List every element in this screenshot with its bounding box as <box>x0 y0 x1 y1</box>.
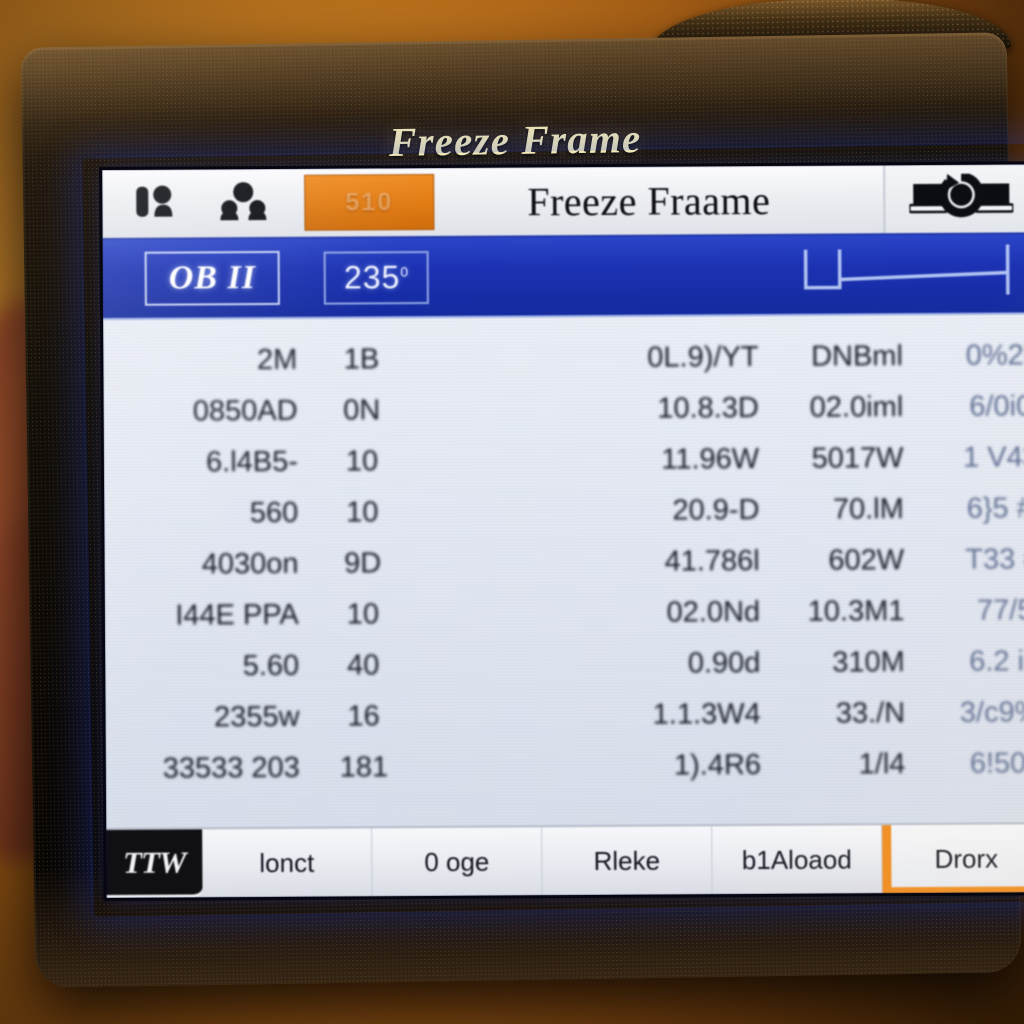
table-cell-c1: 560 <box>249 496 299 530</box>
table-cell-c2: 9D <box>344 547 382 580</box>
table-cell-c4: 602W <box>828 544 905 577</box>
table-cell-c4: DNBml <box>810 340 903 373</box>
bottom-button-0[interactable]: lonct <box>202 828 373 898</box>
table-cell-c3: 20.9-D <box>672 494 760 527</box>
table-cell-c1: I44E PPA <box>175 598 299 632</box>
table-cell-c3: 0L.9)/YT <box>647 341 759 374</box>
toolbar-right-slot[interactable] <box>883 164 1024 234</box>
table-cell-c2: 40 <box>347 649 380 682</box>
table-cell-spacer <box>417 562 607 563</box>
table-cell-spacer <box>416 358 606 359</box>
table-cell-c3: 11.96W <box>661 443 760 476</box>
table-row[interactable]: 5.60 40 0.90d 310M 6.2 in <box>105 636 1024 693</box>
table-row[interactable]: 6.l4B5- 10 11.96W 5017W 1 V43 <box>104 432 1024 489</box>
table-row[interactable]: 2355w 16 1.1.3W4 33./N 3/c9% <box>105 687 1024 744</box>
table-cell-c2: 10 <box>345 445 379 478</box>
table-row[interactable]: 2M 1B 0L.9)/YT DNBml 0%2l; <box>103 330 1024 387</box>
table-cell-spacer <box>417 613 607 614</box>
obd-scanner-device: Freeze Frame 510 Freeze Fraame OB II 235… <box>10 0 1024 1010</box>
table-cell-spacer <box>416 409 606 410</box>
table-cell-c1: 6.l4B5- <box>205 445 299 479</box>
table-cell-c4: 310M <box>832 646 905 679</box>
table-cell-c1: 2355w <box>213 700 300 734</box>
table-cell-c5: 6.2 in <box>969 645 1024 678</box>
table-row[interactable]: 560 10 20.9-D 70.lM 6}5 #i <box>104 483 1024 540</box>
table-cell-spacer <box>417 664 607 665</box>
table-cell-c4: 10.3M1 <box>807 595 905 628</box>
photo-scene: Freeze Frame 510 Freeze Fraame OB II 235… <box>0 0 1024 1024</box>
table-cell-c3: 41.786l <box>664 545 760 578</box>
table-row[interactable]: I44E PPA 10 02.0Nd 10.3M1 77/5i <box>105 585 1024 642</box>
people-group-icon[interactable] <box>218 181 268 225</box>
table-cell-c3: 0.90d <box>687 647 761 680</box>
code-badge-value: 235 <box>343 258 401 296</box>
table-cell-c5: T33 # <box>965 543 1024 576</box>
table-cell-spacer <box>418 766 608 767</box>
table-cell-c5: 0%2l; <box>965 339 1024 372</box>
table-cell-c4: 02.0iml <box>809 391 904 424</box>
table-body: 2M 1B 0L.9)/YT DNBml 0%2l; 0850AD 0N 10.8.3D 02.… <box>103 330 1024 795</box>
bottom-button-3[interactable]: b1Aloaod <box>712 825 883 895</box>
table-cell-c1: 5.60 <box>242 649 300 683</box>
bottom-button-bar: TTW lonct 0 oge Rleke b1Aloaod Drorx <box>106 822 1024 899</box>
table-cell-spacer <box>416 460 606 461</box>
table-cell-c5: 3/c9% <box>959 696 1024 729</box>
table-cell-c5: 6!50v <box>969 747 1024 780</box>
table-cell-c4: 33./N <box>835 697 906 730</box>
bottom-button-1[interactable]: 0 oge <box>372 827 543 897</box>
table-cell-c2: 10 <box>346 496 379 529</box>
table-cell-c2: 16 <box>347 700 380 733</box>
table-cell-c4: 70.lM <box>832 493 904 526</box>
table-cell-c1: 2M <box>256 343 298 377</box>
table-cell-spacer <box>417 511 607 512</box>
vendor-logo: TTW <box>106 829 203 899</box>
bottom-button-4[interactable]: Drorx <box>882 824 1024 894</box>
table-cell-c5: 77/5i <box>976 594 1024 627</box>
toolbar-orange-button[interactable]: 510 <box>304 173 435 231</box>
table-cell-c4: 1/l4 <box>858 748 906 781</box>
table-cell-c5: 6}5 #i <box>966 492 1024 525</box>
table-cell-c1: 4030on <box>201 547 299 581</box>
table-row[interactable]: 4030on 9D 41.786l 602W T33 # <box>104 534 1024 591</box>
table-cell-c3: 10.8.3D <box>657 392 759 425</box>
square-wave-icon <box>798 242 1024 306</box>
table-cell-c3: 1.1.3W4 <box>652 698 761 731</box>
code-badge: 2350 <box>323 250 430 305</box>
table-row[interactable]: 33533 203 181 1).4R6 1/l4 6!50v <box>106 738 1024 795</box>
code-badge-sup: 0 <box>400 262 410 280</box>
table-cell-c1: 0850AD <box>192 394 298 428</box>
bottom-button-2[interactable]: Rleke <box>542 826 713 896</box>
table-cell-c5: 1 V43 <box>962 441 1024 474</box>
table-cell-c2: 10 <box>346 598 380 631</box>
lcd-screen: 510 Freeze Fraame OB II 2350 2M 1B 0L.9)… <box>102 164 1024 899</box>
table-row[interactable]: 0850AD 0N 10.8.3D 02.0iml 6/0i0i <box>103 381 1024 438</box>
table-cell-c4: 5017W <box>811 442 904 475</box>
table-cell-c2: 0N <box>343 394 381 427</box>
table-cell-c2: 1B <box>343 343 380 376</box>
table-cell-c5: 6/0i0i <box>969 390 1024 423</box>
table-cell-spacer <box>418 715 608 716</box>
table-cell-c1: 33533 203 <box>162 751 300 785</box>
protocol-badge: OB II <box>144 250 281 306</box>
table-cell-c2: 181 <box>339 751 389 784</box>
table-cell-c3: 02.0Nd <box>666 596 761 629</box>
table-cell-c3: 1).4R6 <box>673 749 762 782</box>
page-title: Freeze Fraame <box>527 177 771 224</box>
freeze-frame-data-table[interactable]: 2M 1B 0L.9)/YT DNBml 0%2l; 0850AD 0N 10.8.3D 02.… <box>103 314 1024 829</box>
toolbar-icon-group <box>102 181 268 226</box>
app-toolbar: 510 Freeze Fraame <box>102 164 1024 241</box>
status-header-bar: OB II 2350 <box>102 234 1024 321</box>
person-bar-icon[interactable] <box>134 182 178 225</box>
device-sync-icon[interactable] <box>908 171 1015 225</box>
